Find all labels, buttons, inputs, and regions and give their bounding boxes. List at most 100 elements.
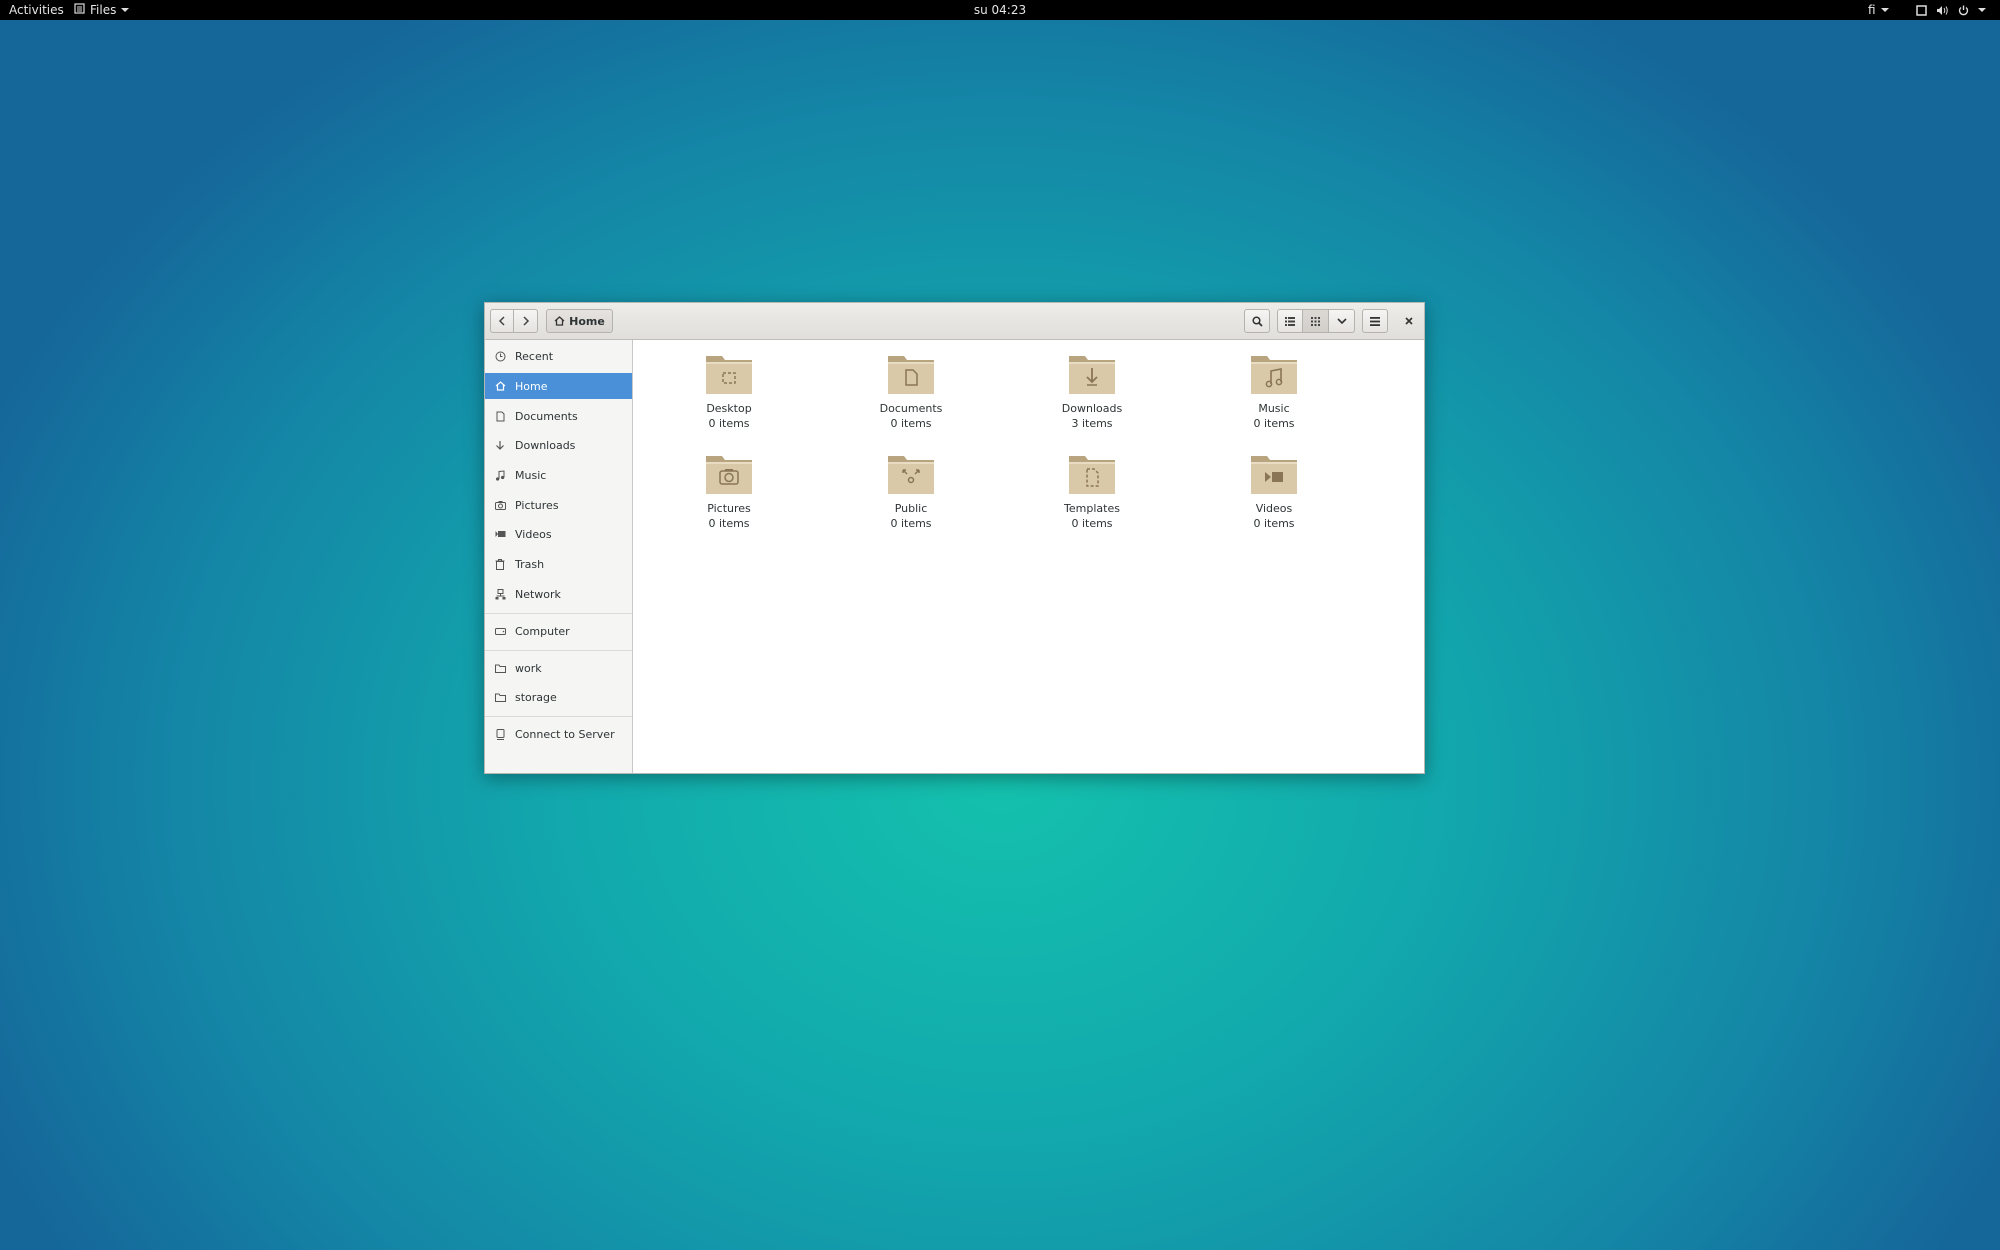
folder-name: Desktop [706, 402, 752, 415]
close-icon [1405, 317, 1413, 325]
chevron-right-icon [522, 316, 529, 326]
sidebar-item-label: Home [515, 379, 548, 393]
drive-icon [494, 625, 506, 637]
sidebar-item-label: Videos [515, 527, 552, 541]
folder-downloads[interactable]: Downloads 3 items [1027, 352, 1157, 442]
trash-icon [494, 558, 506, 570]
folder-name: Music [1258, 402, 1290, 415]
camera-icon [494, 499, 506, 511]
window-icon [1916, 4, 1927, 16]
path-bar-home-button[interactable]: Home [546, 309, 613, 333]
view-options-button[interactable] [1329, 309, 1355, 333]
sidebar-item-connect-to-server[interactable]: Connect to Server [485, 721, 632, 747]
download-icon [494, 439, 506, 451]
folder-documents[interactable]: Documents 0 items [846, 352, 976, 442]
sidebar-item-label: work [515, 661, 542, 675]
folder-public[interactable]: Public 0 items [846, 452, 976, 542]
folder-item-count: 0 items [1071, 517, 1113, 530]
network-icon [494, 588, 506, 600]
folder-item-count: 3 items [1071, 417, 1113, 430]
folder-name: Pictures [707, 502, 751, 515]
sidebar-item-music[interactable]: Music [485, 462, 632, 488]
sidebar-item-label: Music [515, 468, 547, 482]
folder-name: Downloads [1061, 402, 1123, 415]
folder-desktop-icon [706, 356, 752, 394]
sidebar-item-label: Computer [515, 624, 570, 638]
folder-name: Public [894, 502, 928, 515]
chevron-down-icon [1336, 317, 1347, 324]
folder-icon [494, 691, 506, 703]
home-icon [494, 380, 506, 392]
system-menu[interactable] [1916, 0, 1986, 20]
sidebar-item-computer[interactable]: Computer [485, 618, 632, 644]
folder-item-count: 0 items [1253, 517, 1295, 530]
header-bar: Home [485, 303, 1424, 340]
sidebar-item-label: Trash [515, 557, 545, 571]
sidebar-item-pictures[interactable]: Pictures [485, 492, 632, 518]
folder-item-count: 0 items [890, 417, 932, 430]
close-window-button[interactable] [1399, 311, 1419, 331]
sidebar-item-storage[interactable]: storage [485, 684, 632, 710]
sidebar-separator [485, 650, 632, 651]
back-button[interactable] [490, 309, 514, 333]
server-icon [494, 728, 506, 740]
grid-view-button[interactable] [1303, 309, 1329, 333]
folder-templates[interactable]: Templates 0 items [1027, 452, 1157, 542]
sidebar-item-label: Connect to Server [515, 727, 615, 741]
folder-downloads-icon [1069, 356, 1115, 394]
keyboard-layout-label: fi [1868, 3, 1876, 17]
home-icon [554, 316, 565, 326]
folder-name: Documents [879, 402, 943, 415]
video-icon [494, 528, 506, 540]
folder-desktop[interactable]: Desktop 0 items [664, 352, 794, 442]
sidebar-item-downloads[interactable]: Downloads [485, 432, 632, 458]
path-bar-label: Home [569, 314, 605, 328]
folder-icon [494, 662, 506, 674]
search-button[interactable] [1244, 309, 1270, 333]
chevron-down-icon [1880, 8, 1889, 12]
folder-name: Templates [1064, 502, 1120, 515]
sidebar-separator [485, 613, 632, 614]
sidebar-item-label: Recent [515, 349, 554, 363]
keyboard-layout-indicator[interactable]: fi [1868, 0, 1889, 20]
folder-name: Videos [1255, 502, 1293, 515]
folder-item-count: 0 items [890, 517, 932, 530]
app-menu-button[interactable] [1362, 309, 1388, 333]
hamburger-menu-icon [1370, 316, 1380, 326]
sidebar-item-label: Network [515, 587, 561, 601]
chevron-left-icon [498, 316, 505, 326]
folder-templates-icon [1069, 456, 1115, 494]
sidebar-item-home[interactable]: Home [485, 373, 632, 399]
folder-music[interactable]: Music 0 items [1209, 352, 1339, 442]
volume-icon [1936, 5, 1949, 16]
music-icon [494, 469, 506, 481]
sidebar-item-trash[interactable]: Trash [485, 551, 632, 577]
folder-public-icon [888, 456, 934, 494]
sidebar-item-label: storage [515, 690, 557, 704]
sidebar-item-videos[interactable]: Videos [485, 521, 632, 547]
folder-videos-icon [1251, 456, 1297, 494]
folder-item-count: 0 items [708, 517, 750, 530]
document-icon [494, 410, 506, 422]
search-icon [1251, 315, 1263, 327]
folder-pictures[interactable]: Pictures 0 items [664, 452, 794, 542]
power-icon [1958, 5, 1969, 16]
sidebar: Recent Home Documents Downloads Music Pi… [485, 340, 633, 773]
sidebar-item-label: Documents [515, 409, 578, 423]
forward-button[interactable] [514, 309, 538, 333]
sidebar-separator [485, 716, 632, 717]
folder-videos[interactable]: Videos 0 items [1209, 452, 1339, 542]
sidebar-item-recent[interactable]: Recent [485, 343, 632, 369]
folder-documents-icon [888, 356, 934, 394]
sidebar-item-network[interactable]: Network [485, 581, 632, 607]
folder-item-count: 0 items [708, 417, 750, 430]
top-bar: Activities Files su 04:23 fi [0, 0, 2000, 20]
list-view-button[interactable] [1277, 309, 1303, 333]
sidebar-item-work[interactable]: work [485, 655, 632, 681]
sidebar-item-documents[interactable]: Documents [485, 403, 632, 429]
clock[interactable]: su 04:23 [0, 0, 2000, 20]
files-window: Home Recent Home Documents Downloads Mus… [484, 302, 1425, 774]
folder-item-count: 0 items [1253, 417, 1295, 430]
sidebar-item-label: Pictures [515, 498, 559, 512]
clock-icon [494, 350, 506, 362]
